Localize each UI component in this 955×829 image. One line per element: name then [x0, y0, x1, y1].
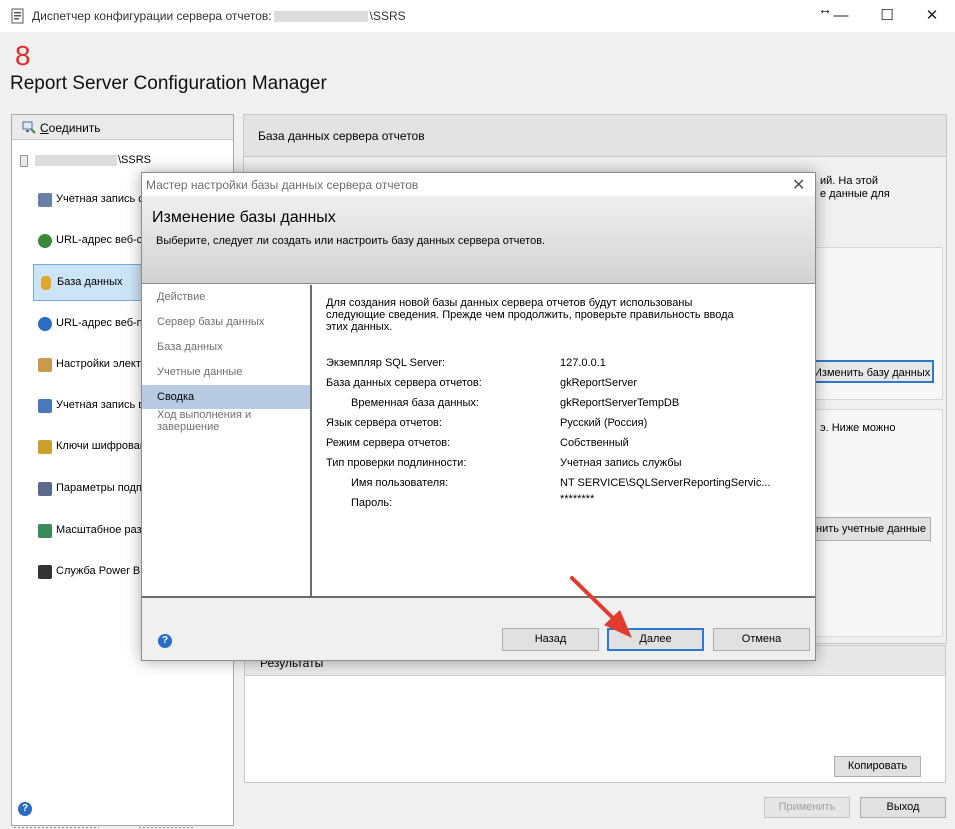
- intro-line: Для создания новой базы данных сервера о…: [326, 297, 693, 309]
- sidebar-item-power-bi[interactable]: Служба Power BI: [33, 554, 143, 591]
- redacted-server-name: [273, 11, 368, 23]
- sidebar-item-label: Масштабное раз: [56, 524, 142, 536]
- subscription-settings-icon: [38, 482, 52, 496]
- sidebar-item-database[interactable]: База данных: [33, 264, 143, 301]
- email-settings-icon: [38, 358, 52, 372]
- sidebar-item-web-portal-url[interactable]: URL-адрес веб-п: [33, 306, 143, 343]
- summary-value-temp-db: gkReportServerTempDB: [560, 397, 680, 409]
- connect-label-mnemonic: С: [40, 121, 49, 135]
- web-service-url-icon: [38, 234, 52, 248]
- summary-label-temp-db: Временная база данных:: [351, 397, 479, 409]
- summary-value-report-db: gkReportServer: [560, 377, 638, 389]
- summary-value-sql-instance: 127.0.0.1: [560, 357, 606, 369]
- sidebar-item-label: Учетная запись с: [56, 193, 143, 205]
- summary-label-report-db: База данных сервера отчетов:: [326, 377, 482, 389]
- web-portal-url-icon: [38, 317, 52, 331]
- panel-description: ий. На этой: [820, 175, 879, 187]
- intro-line: следующие сведения. Прежде чем продолжит…: [326, 309, 734, 321]
- sidebar-item-encryption-keys[interactable]: Ключи шифрован: [33, 429, 143, 466]
- wizard-step-database-server[interactable]: Сервер базы данных: [142, 310, 310, 334]
- change-credentials-button[interactable]: нить учетные данные: [800, 517, 931, 541]
- step-annotation-number: 8: [15, 40, 31, 71]
- sidebar-item-label: Настройки элект: [56, 358, 141, 370]
- annotation-arrow-icon: [570, 576, 632, 638]
- cancel-button[interactable]: Отмена: [713, 628, 810, 651]
- sidebar-item-label: Служба Power BI: [56, 565, 143, 577]
- apply-button[interactable]: Применить: [764, 797, 850, 818]
- summary-intro: Для создания новой базы данных сервера о…: [326, 297, 766, 333]
- copy-button[interactable]: Копировать: [834, 756, 921, 777]
- wizard-step-progress-line2: завершение: [157, 421, 220, 433]
- summary-label-mode: Режим сервера отчетов:: [326, 437, 451, 449]
- dialog-heading: Изменение базы данных: [152, 209, 336, 226]
- dialog-help-icon[interactable]: ?: [158, 634, 172, 648]
- sidebar-item-label: База данных: [57, 276, 123, 288]
- connect-label: оединить: [48, 121, 101, 135]
- panel-description: э. Ниже можно: [820, 422, 896, 434]
- database-icon: [41, 276, 51, 290]
- service-account-icon: [38, 193, 52, 207]
- summary-label-password: Пароль:: [351, 497, 393, 509]
- wizard-step-progress[interactable]: Ход выполнения и завершение: [142, 403, 310, 439]
- scale-out-icon: [38, 524, 52, 538]
- summary-value-password: ********: [560, 493, 595, 505]
- connect-icon: [22, 121, 36, 134]
- maximize-button[interactable]: ☐: [864, 0, 910, 32]
- minimize-button[interactable]: —: [818, 0, 864, 32]
- window-title: Диспетчер конфигурации сервера отчетов: \…: [32, 9, 406, 23]
- change-database-button[interactable]: Изменить базу данных: [800, 360, 934, 383]
- exit-button[interactable]: Выход: [860, 797, 946, 818]
- sidebar-item-execution-account[interactable]: Учетная запись в: [33, 388, 143, 425]
- summary-label-auth-type: Тип проверки подлинности:: [326, 457, 467, 469]
- server-instance-label[interactable]: \SSRS: [118, 154, 151, 166]
- summary-label-username: Имя пользователя:: [351, 477, 449, 489]
- app-icon: [11, 8, 24, 24]
- summary-value-language: Русский (Россия): [560, 417, 648, 429]
- window-title-suffix: \SSRS: [369, 9, 406, 23]
- wizard-step-progress-line1: Ход выполнения и: [157, 409, 252, 421]
- summary-value-username: NT SERVICE\SQLServerReportingServic...: [560, 477, 771, 489]
- panel-title: База данных сервера отчетов: [258, 129, 425, 143]
- dialog-title: Мастер настройки базы данных сервера отч…: [146, 178, 419, 192]
- power-bi-icon: [38, 565, 52, 579]
- wizard-step-credentials[interactable]: Учетные данные: [142, 360, 310, 384]
- summary-label-language: Язык сервера отчетов:: [326, 417, 442, 429]
- wizard-step-action[interactable]: Действие: [142, 285, 310, 309]
- sidebar-item-label: Параметры подп: [56, 482, 142, 494]
- summary-value-auth-type: Учетная запись службы: [560, 457, 682, 469]
- sidebar-item-label: URL-адрес веб-с: [56, 234, 143, 246]
- sidebar-item-label: URL-адрес веб-п: [56, 317, 143, 329]
- sidebar-item-scale-out[interactable]: Масштабное раз: [33, 513, 143, 550]
- sidebar-item-label: Ключи шифрован: [56, 440, 143, 452]
- close-button[interactable]: ✕: [909, 0, 955, 32]
- redacted-server-name: [35, 155, 117, 166]
- server-icon: [20, 155, 28, 167]
- window-title-prefix: Диспетчер конфигурации сервера отчетов:: [32, 9, 272, 23]
- execution-account-icon: [38, 399, 52, 413]
- connect-button[interactable]: Соединить: [40, 121, 101, 135]
- encryption-keys-icon: [38, 440, 52, 454]
- panel-description: е данные для: [820, 188, 890, 200]
- sidebar-item-web-service-url[interactable]: URL-адрес веб-с: [33, 223, 143, 260]
- sidebar-item-email-settings[interactable]: Настройки элект: [33, 347, 143, 384]
- sidebar-item-label: Учетная запись в: [56, 399, 143, 411]
- summary-value-mode: Собственный: [560, 437, 629, 449]
- sidebar-item-service-account[interactable]: Учетная запись с: [33, 182, 143, 219]
- app-title: Report Server Configuration Manager: [10, 73, 327, 94]
- summary-label-sql-instance: Экземпляр SQL Server:: [326, 357, 446, 369]
- dialog-subheading: Выберите, следует ли создать или настрои…: [156, 235, 546, 247]
- sidebar-item-subscription-settings[interactable]: Параметры подп: [33, 471, 143, 508]
- help-icon[interactable]: ?: [18, 802, 32, 816]
- dialog-close-icon[interactable]: ✕: [792, 175, 805, 195]
- intro-line: этих данных.: [326, 321, 393, 333]
- wizard-step-database[interactable]: База данных: [142, 335, 310, 359]
